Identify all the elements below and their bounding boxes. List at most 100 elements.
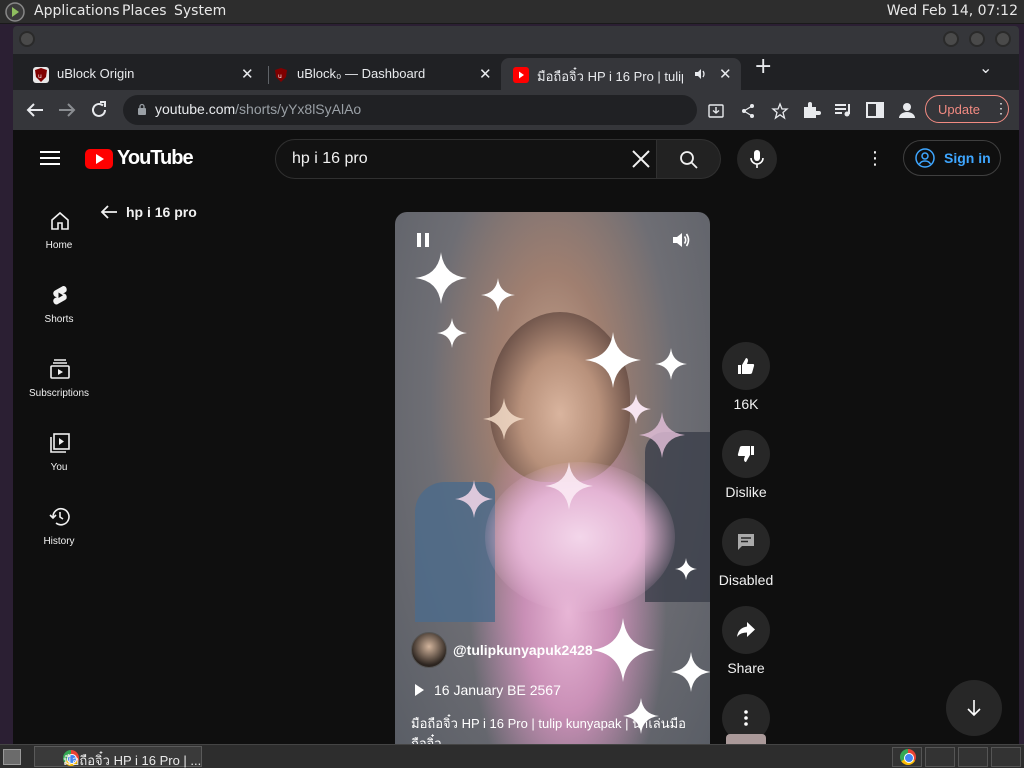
back-icon[interactable]: [23, 98, 47, 122]
share-label: Share: [727, 660, 765, 676]
guide-menu-icon[interactable]: [40, 151, 60, 165]
workspace-3[interactable]: [958, 747, 988, 767]
dislike-label: Dislike: [725, 484, 767, 500]
tab-ublock-dashboard[interactable]: u uBlock₀ — Dashboard ✕: [261, 58, 499, 90]
like-circle[interactable]: [722, 342, 770, 390]
you-icon: [50, 433, 70, 453]
sparkle-graphic: [655, 348, 687, 380]
gnome-foot-icon[interactable]: [5, 2, 25, 22]
short-date: 16 January BE 2567: [415, 682, 561, 698]
maximize-icon[interactable]: [969, 31, 985, 47]
minimize-icon[interactable]: [943, 31, 959, 47]
settings-menu-icon[interactable]: ⋮: [865, 150, 885, 170]
clear-search-icon[interactable]: [630, 148, 652, 170]
audio-thumbnail[interactable]: [726, 734, 766, 744]
bookmark-star-icon[interactable]: [771, 102, 789, 120]
sign-in-button[interactable]: Sign in: [903, 140, 1001, 176]
close-tab-icon[interactable]: ✕: [241, 65, 254, 83]
profile-icon[interactable]: [895, 98, 919, 122]
update-button[interactable]: Update ⋮: [925, 95, 1009, 123]
side-panel-icon[interactable]: [863, 98, 887, 122]
sparkle-graphic: [481, 278, 515, 312]
guide-item-subscriptions[interactable]: Subscriptions: [23, 358, 95, 432]
window-menu-icon[interactable]: [19, 31, 35, 47]
close-window-icon[interactable]: [995, 31, 1011, 47]
sparkle-graphic: [545, 462, 593, 510]
like-count: 16K: [733, 396, 759, 412]
guide-item-you[interactable]: You: [23, 432, 95, 506]
workspace-4[interactable]: [991, 747, 1021, 767]
svg-text:u: u: [38, 73, 42, 80]
tab-label: uBlock Origin: [57, 66, 135, 81]
like-icon: [738, 358, 755, 374]
back-query-label[interactable]: hp i 16 pro: [126, 204, 197, 220]
extensions-icon[interactable]: [799, 98, 823, 122]
shorts-icon: [53, 285, 67, 305]
address-bar[interactable]: youtube.com/shorts/yYx8lSyAlAo: [123, 95, 789, 125]
sparkle-graphic: [591, 618, 655, 682]
tab-search-icon[interactable]: ⌄: [979, 58, 992, 77]
media-controls-icon[interactable]: [831, 98, 855, 122]
share-circle[interactable]: [722, 606, 770, 654]
tab-ublock-origin[interactable]: u uBlock Origin ✕: [21, 58, 261, 90]
channel-handle[interactable]: @tulipkunyapuk2428: [453, 642, 593, 658]
top-panel: Applications Places System Wed Feb 14, 0…: [0, 0, 1024, 24]
browser-menu-icon[interactable]: ⋮: [994, 100, 1008, 117]
share-icon: [737, 622, 755, 637]
sparkle-graphic: [483, 398, 525, 440]
taskbar-window-button[interactable]: มือถือจิ๋ว HP i 16 Pro | ...: [34, 746, 202, 768]
sparkle-graphic: [437, 318, 467, 348]
browser-window: u uBlock Origin ✕ u uBlock₀ — Dashboard …: [13, 26, 1019, 744]
guide-item-shorts[interactable]: Shorts: [23, 284, 95, 358]
guide-label: Subscriptions: [28, 388, 90, 399]
channel-avatar[interactable]: [411, 632, 447, 668]
reload-icon[interactable]: [87, 98, 111, 122]
dislike-circle[interactable]: [722, 430, 770, 478]
more-vert-icon: [744, 710, 748, 726]
pause-icon[interactable]: [413, 230, 433, 250]
chrome-icon: [900, 749, 916, 765]
window-titlebar[interactable]: [13, 26, 1019, 54]
comments-circle[interactable]: [722, 518, 770, 566]
forward-icon[interactable]: [55, 98, 79, 122]
search-box[interactable]: hp i 16 pro: [275, 139, 657, 179]
short-video-player[interactable]: @tulipkunyapuk2428 16 January BE 2567 มื…: [395, 212, 710, 744]
voice-search-button[interactable]: [737, 139, 777, 179]
audio-playing-icon[interactable]: [693, 67, 707, 81]
back-arrow-icon[interactable]: [99, 202, 119, 222]
bottom-taskbar: มือถือจิ๋ว HP i 16 Pro | ...: [0, 744, 1024, 768]
share-page-icon[interactable]: [739, 102, 757, 120]
tab-youtube-short[interactable]: มือถือจิ๋ว HP i 16 Pro | tulip k ✕: [501, 58, 741, 90]
workspace-1[interactable]: [892, 747, 922, 767]
close-tab-icon[interactable]: ✕: [479, 65, 492, 83]
menu-system[interactable]: System: [174, 3, 226, 19]
guide-item-history[interactable]: History: [23, 506, 95, 580]
account-icon: [915, 148, 935, 168]
lock-icon[interactable]: [137, 103, 147, 115]
guide-item-home[interactable]: Home: [23, 210, 95, 284]
menu-places[interactable]: Places: [122, 3, 167, 19]
short-title[interactable]: มือถือจิ๋ว HP i 16 Pro | tulip kunyapak …: [411, 714, 701, 744]
url-path: /shorts/yYx8lSyAlAo: [235, 101, 362, 117]
search-button[interactable]: [657, 139, 721, 179]
close-tab-icon[interactable]: ✕: [719, 65, 732, 83]
workspace-2[interactable]: [925, 747, 955, 767]
new-tab-icon[interactable]: +: [754, 54, 772, 79]
panel-clock[interactable]: Wed Feb 14, 07:12: [887, 3, 1018, 19]
volume-icon[interactable]: [671, 230, 691, 250]
arrow-down-icon: [967, 700, 981, 717]
task-label: มือถือจิ๋ว HP i 16 Pro | ...: [63, 753, 202, 768]
youtube-play-icon: [85, 149, 113, 169]
comments-icon: [738, 534, 754, 550]
next-video-button[interactable]: [946, 680, 1002, 736]
ublock-icon: u: [33, 67, 49, 83]
install-app-icon[interactable]: [707, 102, 725, 120]
svg-text:u: u: [278, 73, 282, 80]
tab-label: uBlock₀ — Dashboard: [297, 66, 426, 81]
search-input[interactable]: hp i 16 pro: [292, 150, 368, 168]
guide-label: Shorts: [44, 314, 74, 325]
menu-applications[interactable]: Applications: [34, 3, 120, 19]
history-icon: [49, 507, 70, 526]
show-desktop-icon[interactable]: [3, 749, 21, 765]
home-icon: [51, 211, 69, 230]
